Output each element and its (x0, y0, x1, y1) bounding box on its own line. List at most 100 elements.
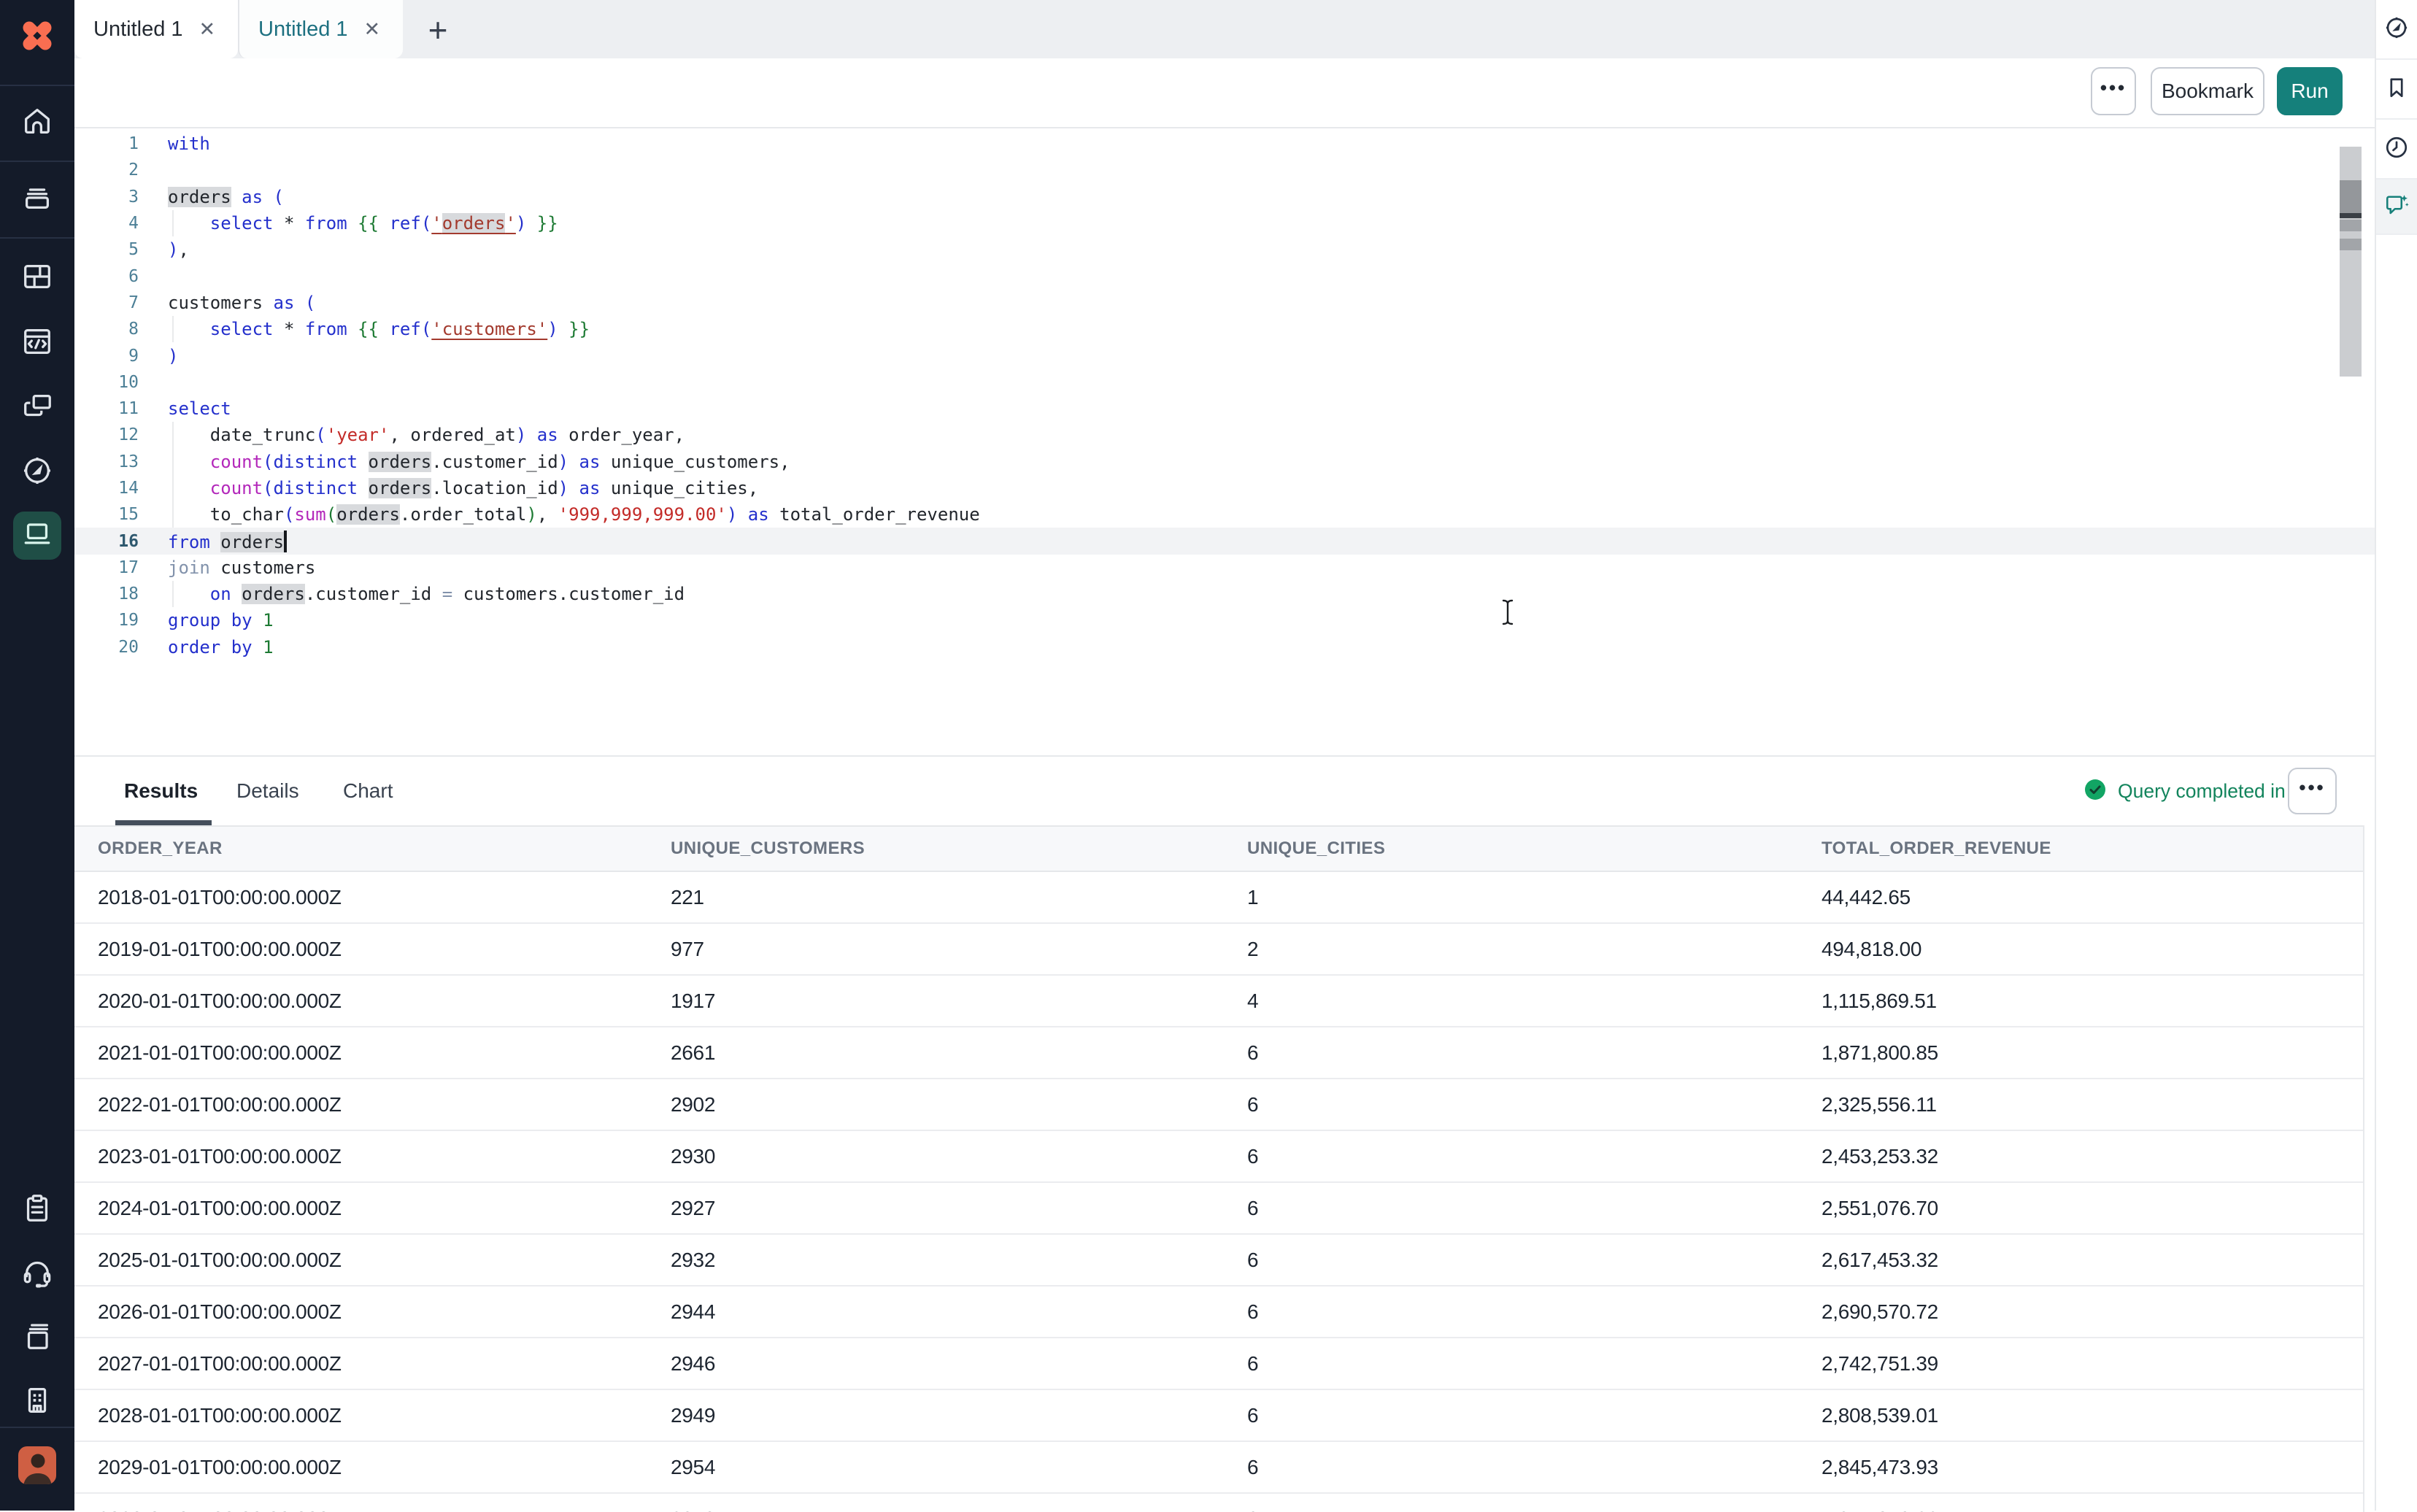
sidebar-item-projects[interactable] (0, 168, 74, 229)
sql-editor[interactable]: 1with23orders as (4 select * from {{ ref… (74, 128, 2375, 755)
new-tab-button[interactable]: + (417, 9, 458, 50)
table-cell: 6 (1247, 1508, 1258, 1512)
table-row[interactable]: 2022-01-01T00:00:00.000Z290262,325,556.1… (74, 1079, 2363, 1131)
query-status: Query completed in 4s (2084, 757, 2311, 825)
sidebar-item-templates[interactable] (0, 1179, 74, 1241)
scrollbar-match-marker (2340, 220, 2362, 231)
table-cell: 2661 (671, 1041, 715, 1065)
main-area: Untitled 1 ✕ Untitled 1 ✕ + ••• Bookmark… (74, 0, 2375, 1511)
table-cell: 6 (1247, 1352, 1258, 1376)
code-line[interactable]: 1with (74, 131, 2375, 157)
code-line[interactable]: 11select (74, 396, 2375, 422)
code-line[interactable]: 6 (74, 263, 2375, 289)
code-line[interactable]: 9) (74, 342, 2375, 369)
code-line[interactable]: 3orders as ( (74, 184, 2375, 210)
tab-details[interactable]: Details (236, 757, 299, 825)
bookmark-button[interactable]: Bookmark (2151, 67, 2264, 115)
right-item-ai-assistant[interactable] (2376, 180, 2417, 234)
tab-label: Untitled 1 (93, 18, 183, 42)
table-cell: 2944 (671, 1300, 715, 1324)
table-cell: 2028-01-01T00:00:00.000Z (98, 1404, 342, 1427)
line-number: 4 (74, 214, 139, 233)
bookmark-icon (2383, 74, 2410, 104)
divider (2376, 234, 2417, 235)
code-line[interactable]: 13 count(distinct orders.customer_id) as… (74, 449, 2375, 475)
tab-untitled-1[interactable]: Untitled 1 ✕ (74, 0, 238, 58)
code-line[interactable]: 2 (74, 157, 2375, 183)
code-line[interactable]: 8 select * from {{ ref('customers') }} (74, 316, 2375, 342)
table-row[interactable]: 2028-01-01T00:00:00.000Z294962,808,539.0… (74, 1390, 2363, 1442)
scrollbar-thumb[interactable] (2340, 180, 2362, 217)
line-number: 17 (74, 558, 139, 577)
more-options-button[interactable]: ••• (2091, 67, 2136, 115)
line-number: 19 (74, 611, 139, 630)
run-button[interactable]: Run (2277, 67, 2343, 115)
line-number: 7 (74, 293, 139, 312)
sidebar-item-compute-active[interactable] (13, 512, 61, 560)
table-cell: 1,841,049.32 (1822, 1508, 1938, 1512)
sidebar-item-support[interactable] (0, 1243, 74, 1304)
table-row[interactable]: 2026-01-01T00:00:00.000Z294462,690,570.7… (74, 1287, 2363, 1338)
close-icon[interactable]: ✕ (364, 18, 381, 41)
hex-logo-icon[interactable] (16, 15, 58, 57)
book-icon (20, 1319, 54, 1357)
table-cell: 6 (1247, 1456, 1258, 1479)
code-line[interactable]: 18 on orders.customer_id = customers.cus… (74, 581, 2375, 607)
sidebar-item-explore[interactable] (0, 441, 74, 503)
active-tab-underline (115, 820, 212, 825)
close-icon[interactable]: ✕ (199, 18, 216, 41)
right-item-bookmarks[interactable] (2376, 60, 2417, 118)
table-cell: 2022-01-01T00:00:00.000Z (98, 1093, 342, 1116)
table-cell: 1917 (671, 990, 715, 1013)
code-line[interactable]: 17join customers (74, 555, 2375, 581)
code-line[interactable]: 20order by 1 (74, 634, 2375, 660)
sidebar-item-org[interactable] (0, 1371, 74, 1432)
sidebar-item-apps[interactable] (0, 247, 74, 309)
code-line[interactable]: 5), (74, 236, 2375, 263)
code-line[interactable]: 16from orders (74, 528, 2375, 554)
sidebar-item-docs[interactable] (0, 1307, 74, 1368)
text-caret (284, 531, 287, 552)
table-row[interactable]: 2020-01-01T00:00:00.000Z191741,115,869.5… (74, 976, 2363, 1027)
right-item-explore[interactable] (2376, 0, 2417, 58)
sidebar-item-code[interactable] (0, 312, 74, 374)
code-line[interactable]: 10 (74, 369, 2375, 396)
table-row[interactable]: 2023-01-01T00:00:00.000Z293062,453,253.3… (74, 1131, 2363, 1183)
sidebar-item-home[interactable] (0, 92, 74, 153)
sidebar-item-screens[interactable] (0, 377, 74, 438)
table-cell: 44,442.65 (1822, 886, 1911, 909)
building-icon (20, 1384, 54, 1421)
line-number: 15 (74, 505, 139, 524)
table-cell: 6 (1247, 1404, 1258, 1427)
code-line[interactable]: 19group by 1 (74, 607, 2375, 633)
query-status-text: Query completed in 4s (2118, 780, 2311, 803)
code-line[interactable]: 4 select * from {{ ref('orders') }} (74, 210, 2375, 236)
table-row[interactable]: 2024-01-01T00:00:00.000Z292762,551,076.7… (74, 1183, 2363, 1235)
tab-results[interactable]: Results (124, 757, 198, 825)
code-line[interactable]: 7customers as ( (74, 290, 2375, 316)
table-row[interactable]: 2018-01-01T00:00:00.000Z221144,442.65 (74, 872, 2363, 924)
table-row[interactable]: 2030-01-01T00:00:00.000Z287961,841,049.3… (74, 1494, 2363, 1512)
table-cell: 6 (1247, 1041, 1258, 1065)
right-item-history[interactable] (2376, 120, 2417, 178)
divider (0, 1427, 74, 1428)
table-row[interactable]: 2019-01-01T00:00:00.000Z9772494,818.00 (74, 924, 2363, 976)
user-avatar[interactable] (18, 1446, 56, 1484)
code-line[interactable]: 12 date_trunc('year', ordered_at) as ord… (74, 422, 2375, 448)
scrollbar-match-marker (2340, 239, 2362, 250)
table-row[interactable]: 2029-01-01T00:00:00.000Z295462,845,473.9… (74, 1442, 2363, 1494)
results-more-button[interactable]: ••• (2288, 768, 2337, 814)
tab-chart[interactable]: Chart (343, 757, 393, 825)
editor-scrollbar[interactable] (2340, 147, 2362, 377)
table-cell: 6 (1247, 1093, 1258, 1116)
table-cell: 2023-01-01T00:00:00.000Z (98, 1145, 342, 1168)
code-window-icon (20, 325, 54, 362)
compass-icon (20, 454, 54, 491)
table-cell: 1,115,869.51 (1822, 990, 1937, 1013)
table-row[interactable]: 2027-01-01T00:00:00.000Z294662,742,751.3… (74, 1338, 2363, 1390)
tab-untitled-1-active[interactable]: Untitled 1 ✕ (238, 0, 403, 58)
code-line[interactable]: 14 count(distinct orders.location_id) as… (74, 475, 2375, 501)
code-line[interactable]: 15 to_char(sum(orders.order_total), '999… (74, 501, 2375, 528)
table-row[interactable]: 2021-01-01T00:00:00.000Z266161,871,800.8… (74, 1027, 2363, 1079)
table-row[interactable]: 2025-01-01T00:00:00.000Z293262,617,453.3… (74, 1235, 2363, 1287)
